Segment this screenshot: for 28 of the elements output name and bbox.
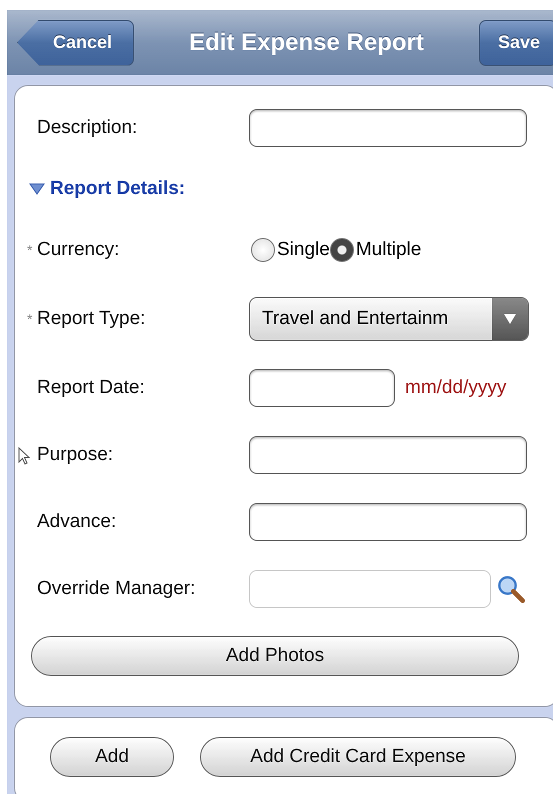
disclosure-triangle-icon[interactable] [29, 183, 45, 195]
cancel-button[interactable]: Cancel [17, 20, 134, 66]
report-type-dropdown[interactable]: Travel and Entertainm [249, 297, 529, 341]
add-button[interactable]: Add Credit Card Expense [200, 737, 516, 777]
input-field[interactable] [249, 109, 527, 147]
save-button[interactable]: Save [479, 20, 553, 66]
add-button[interactable]: Add [50, 737, 174, 777]
field-label: Purpose: [37, 444, 114, 466]
radio-option[interactable]: Multiple [330, 238, 422, 262]
date-format-hint: mm/dd/yyyy [405, 377, 506, 399]
radio-option[interactable]: Single [251, 238, 330, 262]
field-label: Override Manager: [37, 578, 196, 600]
required-mark: * [27, 242, 34, 258]
window-title: Edit Expense Report [189, 28, 424, 56]
field-label: Description: [37, 117, 138, 139]
date-field[interactable] [249, 369, 395, 407]
required-mark: * [27, 311, 34, 327]
section-header[interactable]: Report Details: [50, 178, 186, 200]
input-field[interactable] [249, 436, 527, 474]
search-icon[interactable] [497, 575, 525, 603]
field-label: Report Date: [37, 377, 145, 399]
field-label: Advance: [37, 511, 116, 533]
field-label: Currency: [37, 239, 120, 261]
add-photos-button[interactable]: Add Photos [31, 636, 519, 676]
field-label: Report Type: [37, 308, 146, 330]
input-field[interactable] [249, 503, 527, 541]
mouse-pointer-icon [18, 447, 30, 465]
dropdown-arrow-icon [503, 313, 517, 325]
